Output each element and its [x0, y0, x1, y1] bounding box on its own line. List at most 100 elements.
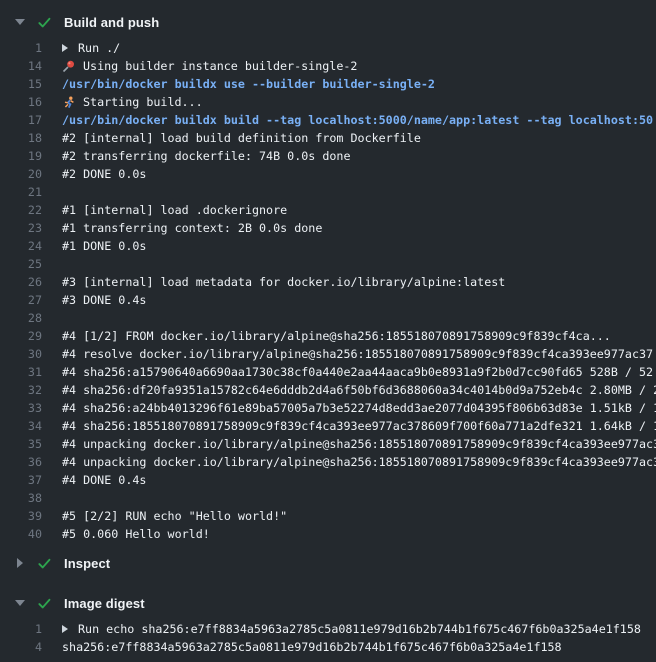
log-line-text: /usr/bin/docker buildx use --builder bui… — [62, 77, 435, 91]
log-line-content: #5 [2/2] RUN echo "Hello world!" — [62, 509, 656, 523]
log-line-text: #4 sha256:a24bb4013296f61e89ba57005a7b3e… — [62, 401, 656, 415]
log-line: 31 #4 sha256:a15790640a6690aa1730c38cf0a4… — [0, 363, 656, 381]
section-log-lines: 1 Run echo sha256:e7ff8834a5963a2785c5a08… — [0, 617, 656, 662]
line-number[interactable]: 31 — [0, 365, 42, 379]
chevron-down-icon[interactable] — [15, 600, 25, 606]
line-number[interactable]: 26 — [0, 275, 42, 289]
log-line-text: #5 [2/2] RUN echo "Hello world!" — [62, 509, 287, 523]
log-line: 35 #4 unpacking docker.io/library/alpine@… — [0, 435, 656, 453]
log-line-content: #3 DONE 0.4s — [62, 293, 656, 307]
log-line-text: /usr/bin/docker buildx build --tag local… — [62, 113, 653, 127]
section-header-inspect[interactable]: Inspect — [0, 549, 656, 577]
chevron-down-icon[interactable] — [15, 19, 25, 25]
line-number[interactable]: 4 — [0, 640, 42, 654]
log-line: 36 #4 unpacking docker.io/library/alpine@… — [0, 453, 656, 471]
log-line: 25 — [0, 255, 656, 273]
log-line: 1Run ./ — [0, 39, 656, 57]
log-line-content: sha256:e7ff8834a5963a2785c5a0811e979d16b… — [62, 640, 656, 654]
log-line: 28 — [0, 309, 656, 327]
line-number[interactable]: 38 — [0, 491, 42, 505]
log-line-text: #2 transferring dockerfile: 74B 0.0s don… — [62, 149, 351, 163]
section-log-lines: 1Run ./14Using builder instance builder-… — [0, 36, 656, 549]
line-number[interactable]: 37 — [0, 473, 42, 487]
section-title: Build and push — [64, 15, 159, 30]
line-number[interactable]: 30 — [0, 347, 42, 361]
log-line: 1 Run echo sha256:e7ff8834a5963a2785c5a08… — [0, 620, 656, 638]
line-number[interactable]: 35 — [0, 437, 42, 451]
line-number[interactable]: 36 — [0, 455, 42, 469]
chevron-right-icon[interactable] — [15, 558, 25, 568]
line-number[interactable]: 40 — [0, 527, 42, 541]
log-section-inspect: Inspect — [0, 549, 656, 577]
log-line-content: Starting build... — [62, 95, 656, 109]
log-line-text: #4 resolve docker.io/library/alpine@sha2… — [62, 347, 653, 361]
log-line-content: #4 sha256:a24bb4013296f61e89ba57005a7b3e… — [62, 401, 656, 415]
line-number[interactable]: 21 — [0, 185, 42, 199]
line-number[interactable]: 15 — [0, 77, 42, 91]
log-line-text: #2 [internal] load build definition from… — [62, 131, 421, 145]
check-icon — [37, 596, 52, 611]
line-number[interactable]: 14 — [0, 59, 42, 73]
log-line: 29 #4 [1/2] FROM docker.io/library/alpine… — [0, 327, 656, 345]
log-section-build-and-push: Build and push 1Run ./14Using builder ins… — [0, 8, 656, 549]
line-number[interactable]: 23 — [0, 221, 42, 235]
log-line: 32 #4 sha256:df20fa9351a15782c64e6dddb2d4… — [0, 381, 656, 399]
line-number[interactable]: 22 — [0, 203, 42, 217]
log-line-content: #4 resolve docker.io/library/alpine@sha2… — [62, 347, 656, 361]
line-number[interactable]: 20 — [0, 167, 42, 181]
log-line: 24 #1 DONE 0.0s — [0, 237, 656, 255]
log-line-content: #4 sha256:df20fa9351a15782c64e6dddb2d4a6… — [62, 383, 656, 397]
log-line: 39 #5 [2/2] RUN echo "Hello world!" — [0, 507, 656, 525]
line-number[interactable]: 32 — [0, 383, 42, 397]
line-number[interactable]: 27 — [0, 293, 42, 307]
log-line: 21 — [0, 183, 656, 201]
log-line: 23 #1 transferring context: 2B 0.0s done — [0, 219, 656, 237]
log-line-text: #4 sha256:a15790640a6690aa1730c38cf0a440… — [62, 365, 653, 379]
line-number[interactable]: 33 — [0, 401, 42, 415]
line-number[interactable]: 18 — [0, 131, 42, 145]
line-number[interactable]: 28 — [0, 311, 42, 325]
log-line: 27 #3 DONE 0.4s — [0, 291, 656, 309]
line-number[interactable]: 39 — [0, 509, 42, 523]
log-line-content: /usr/bin/docker buildx build --tag local… — [62, 113, 656, 127]
log-line: 15/usr/bin/docker buildx use --builder b… — [0, 75, 656, 93]
actions-log-viewer: Build and push 1Run ./14Using builder ins… — [0, 0, 656, 662]
log-line: 14Using builder instance builder-single-… — [0, 57, 656, 75]
log-line-text: #5 0.060 Hello world! — [62, 527, 210, 541]
line-number[interactable]: 1 — [0, 41, 42, 55]
section-header-image-digest[interactable]: Image digest — [0, 589, 656, 617]
pin-icon — [62, 60, 75, 73]
line-number[interactable]: 19 — [0, 149, 42, 163]
log-line-content: #4 unpacking docker.io/library/alpine@sh… — [62, 455, 656, 469]
log-line-content: #5 0.060 Hello world! — [62, 527, 656, 541]
log-line: 37#4 DONE 0.4s — [0, 471, 656, 489]
log-line: 4 sha256:e7ff8834a5963a2785c5a0811e979d16… — [0, 638, 656, 656]
check-icon — [37, 556, 52, 571]
line-number[interactable]: 25 — [0, 257, 42, 271]
log-line-content: #4 sha256:a15790640a6690aa1730c38cf0a440… — [62, 365, 656, 379]
log-line-text: #1 transferring context: 2B 0.0s done — [62, 221, 322, 235]
expand-run-icon[interactable] — [62, 625, 68, 633]
log-line-text: #1 DONE 0.0s — [62, 239, 146, 253]
log-line-text: #4 unpacking docker.io/library/alpine@sh… — [62, 437, 656, 451]
log-line-content: #4 unpacking docker.io/library/alpine@sh… — [62, 437, 656, 451]
line-number[interactable]: 29 — [0, 329, 42, 343]
log-line-content: #4 [1/2] FROM docker.io/library/alpine@s… — [62, 329, 656, 343]
log-line: 38 — [0, 489, 656, 507]
log-line: 33 #4 sha256:a24bb4013296f61e89ba57005a7b… — [0, 399, 656, 417]
line-number[interactable]: 34 — [0, 419, 42, 433]
section-header-build-and-push[interactable]: Build and push — [0, 8, 656, 36]
log-line: 17/usr/bin/docker buildx build --tag loc… — [0, 111, 656, 129]
line-number[interactable]: 24 — [0, 239, 42, 253]
log-line-text: Run echo sha256:e7ff8834a5963a2785c5a081… — [78, 622, 641, 636]
line-number[interactable]: 16 — [0, 95, 42, 109]
log-line-content: #4 sha256:185518070891758909c9f839cf4ca3… — [62, 419, 656, 433]
log-line-text: #4 unpacking docker.io/library/alpine@sh… — [62, 455, 656, 469]
log-line-text: #3 DONE 0.4s — [62, 293, 146, 307]
line-number[interactable]: 17 — [0, 113, 42, 127]
log-line-text: #4 sha256:df20fa9351a15782c64e6dddb2d4a6… — [62, 383, 656, 397]
expand-run-icon[interactable] — [62, 44, 68, 52]
log-section-image-digest: Image digest 1 Run echo sha256:e7ff8834a59… — [0, 589, 656, 662]
log-line-content: #3 [internal] load metadata for docker.i… — [62, 275, 656, 289]
line-number[interactable]: 1 — [0, 622, 42, 636]
